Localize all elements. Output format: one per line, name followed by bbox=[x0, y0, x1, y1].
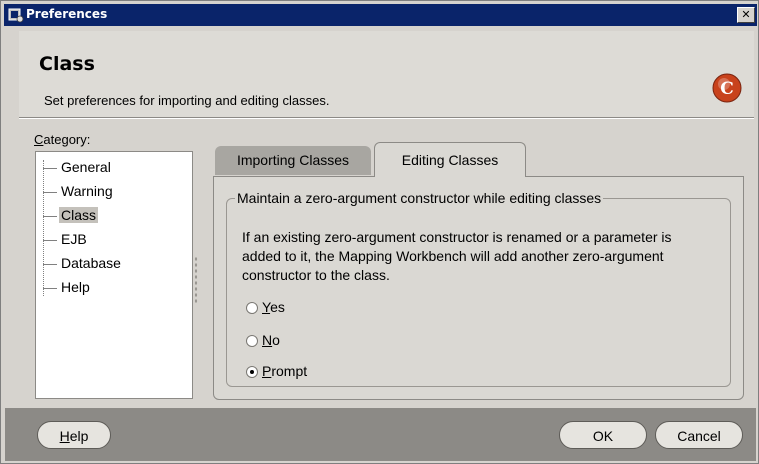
tree-item-label: EJB bbox=[61, 231, 87, 247]
tree-branch-line bbox=[43, 216, 57, 217]
tree-branch-line bbox=[43, 264, 57, 265]
svg-text:C: C bbox=[720, 79, 734, 99]
radio-button-prompt[interactable] bbox=[246, 366, 258, 378]
page-header: Class Set preferences for importing and … bbox=[19, 31, 754, 117]
tree-item-label: Help bbox=[61, 279, 90, 295]
groupbox-title: Maintain a zero-argument constructor whi… bbox=[235, 190, 604, 206]
close-icon[interactable]: ✕ bbox=[737, 7, 755, 23]
splitter-grip[interactable] bbox=[194, 256, 198, 304]
header-divider-highlight bbox=[19, 118, 754, 119]
tab-editing-classes[interactable]: Editing Classes bbox=[374, 142, 526, 177]
radio-button-yes[interactable] bbox=[246, 302, 258, 314]
ok-button[interactable]: OK bbox=[559, 421, 647, 449]
preferences-dialog: Preferences ✕ Class Set preferences for … bbox=[0, 0, 759, 464]
page-subtitle: Set preferences for importing and editin… bbox=[44, 93, 330, 108]
tree-branch-line bbox=[43, 168, 57, 169]
window-title: Preferences bbox=[26, 7, 108, 21]
groupbox-description: If an existing zero-argument constructor… bbox=[242, 229, 672, 283]
radio-label-yes: Yes bbox=[262, 299, 285, 315]
tab-importing-classes[interactable]: Importing Classes bbox=[215, 146, 371, 175]
title-bar[interactable]: Preferences ✕ bbox=[4, 4, 757, 26]
oracle-c-logo-icon: C bbox=[712, 73, 742, 103]
tree-branch-line bbox=[43, 288, 57, 289]
radio-label-prompt: Prompt bbox=[262, 363, 308, 379]
tab-panel-editing-classes: Maintain a zero-argument constructor whi… bbox=[213, 176, 744, 400]
tree-item-label: Database bbox=[61, 255, 121, 271]
tree-item-label: Warning bbox=[61, 183, 113, 199]
app-icon bbox=[8, 7, 24, 23]
page-title: Class bbox=[39, 53, 95, 75]
tree-branch-line bbox=[43, 192, 57, 193]
cancel-button[interactable]: Cancel bbox=[655, 421, 743, 449]
tree-item-label: General bbox=[61, 159, 111, 175]
radio-label-no: No bbox=[262, 332, 280, 348]
dialog-footer: Help OK Cancel bbox=[5, 408, 756, 461]
tree-connector-line bbox=[43, 160, 45, 296]
category-label: Category: bbox=[34, 132, 91, 147]
radio-button-no[interactable] bbox=[246, 335, 258, 347]
help-button[interactable]: Help bbox=[37, 421, 111, 449]
category-tree[interactable]: General Warning Class EJB Database Help bbox=[35, 151, 193, 399]
tree-item-label: Class bbox=[59, 207, 99, 223]
tree-branch-line bbox=[43, 240, 57, 241]
constructor-groupbox: Maintain a zero-argument constructor whi… bbox=[226, 190, 731, 387]
